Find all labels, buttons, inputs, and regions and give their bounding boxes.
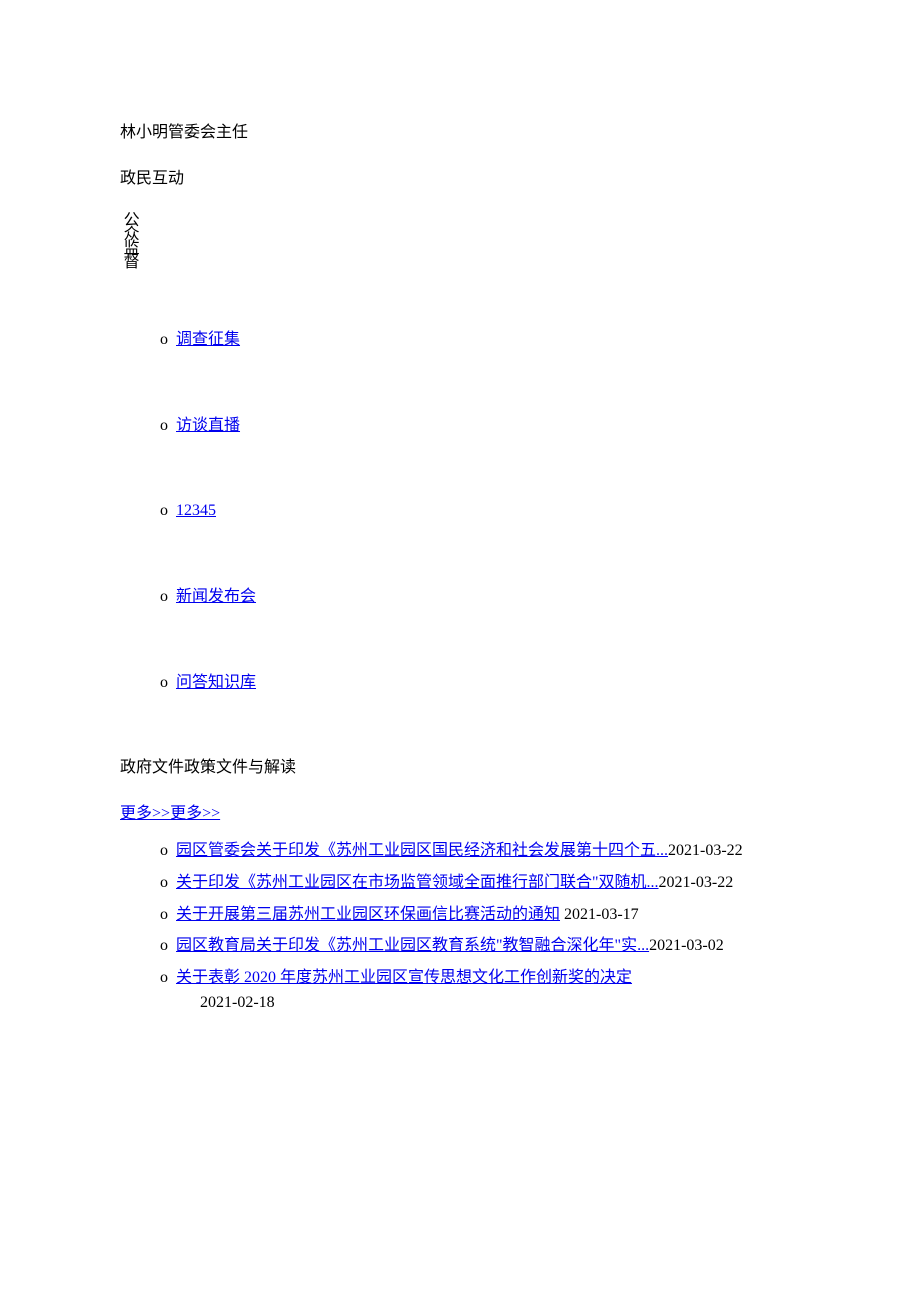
document-list: o 园区管委会关于印发《苏州工业园区国民经济和社会发展第十四个五...2021-… <box>120 838 800 1016</box>
more-links-row: 更多>>更多>> <box>120 801 800 827</box>
nav-list: o 调查征集 o 访谈直播 o 12345 o 新闻发布会 o 问答知识库 <box>120 327 800 695</box>
nav-link-hotline[interactable]: 12345 <box>176 502 216 519</box>
nav-link-interview[interactable]: 访谈直播 <box>176 417 240 434</box>
section-interaction-title: 政民互动 <box>120 166 800 192</box>
document-link[interactable]: 关于开展第三届苏州工业园区环保画信比赛活动的通知 <box>176 906 560 923</box>
bullet-icon: o <box>160 588 168 605</box>
official-header: 林小明管委会主任 <box>120 120 800 146</box>
nav-item-survey: o 调查征集 <box>160 327 800 353</box>
nav-link-qa[interactable]: 问答知识库 <box>176 674 256 691</box>
nav-item-qa: o 问答知识库 <box>160 670 800 696</box>
vertical-supervision-label: 公众监督 <box>120 211 138 267</box>
bullet-icon: o <box>160 331 168 348</box>
tabs-row: 政府文件政策文件与解读 <box>120 755 800 781</box>
tab-gov-documents[interactable]: 政府文件 <box>120 759 184 776</box>
bullet-icon: o <box>160 933 168 959</box>
document-date: 2021-02-18 <box>176 990 800 1016</box>
document-date: 2021-03-22 <box>659 874 734 891</box>
bullet-icon: o <box>160 838 168 864</box>
tab-policy-documents[interactable]: 政策文件与解读 <box>184 759 296 776</box>
bullet-icon: o <box>160 870 168 896</box>
nav-item-interview: o 访谈直播 <box>160 413 800 439</box>
document-link[interactable]: 关于表彰 2020 年度苏州工业园区宣传思想文化工作创新奖的决定 <box>176 969 632 986</box>
official-position: 管委会主任 <box>168 124 248 141</box>
document-item: o 园区管委会关于印发《苏州工业园区国民经济和社会发展第十四个五...2021-… <box>160 838 800 864</box>
document-link[interactable]: 园区教育局关于印发《苏州工业园区教育系统"教智融合深化年"实... <box>176 937 649 954</box>
bullet-icon: o <box>160 502 168 519</box>
document-item: o 关于表彰 2020 年度苏州工业园区宣传思想文化工作创新奖的决定 2021-… <box>160 965 800 1016</box>
nav-link-press[interactable]: 新闻发布会 <box>176 588 256 605</box>
document-date: 2021-03-17 <box>564 906 639 923</box>
nav-item-hotline: o 12345 <box>160 498 800 524</box>
document-item: o 关于印发《苏州工业园区在市场监管领域全面推行部门联合"双随机...2021-… <box>160 870 800 896</box>
nav-link-survey[interactable]: 调查征集 <box>176 331 240 348</box>
document-item: o 园区教育局关于印发《苏州工业园区教育系统"教智融合深化年"实...2021-… <box>160 933 800 959</box>
more-link-1[interactable]: 更多>> <box>120 805 170 822</box>
official-name: 林小明 <box>120 124 168 141</box>
bullet-icon: o <box>160 674 168 691</box>
bullet-icon: o <box>160 417 168 434</box>
more-link-2[interactable]: 更多>> <box>170 805 220 822</box>
bullet-icon: o <box>160 902 168 928</box>
document-date: 2021-03-02 <box>649 937 724 954</box>
bullet-icon: o <box>160 965 168 991</box>
document-link[interactable]: 关于印发《苏州工业园区在市场监管领域全面推行部门联合"双随机... <box>176 874 659 891</box>
document-item: o 关于开展第三届苏州工业园区环保画信比赛活动的通知 2021-03-17 <box>160 902 800 928</box>
nav-item-press: o 新闻发布会 <box>160 584 800 610</box>
document-date: 2021-03-22 <box>668 842 743 859</box>
document-link[interactable]: 园区管委会关于印发《苏州工业园区国民经济和社会发展第十四个五... <box>176 842 668 859</box>
